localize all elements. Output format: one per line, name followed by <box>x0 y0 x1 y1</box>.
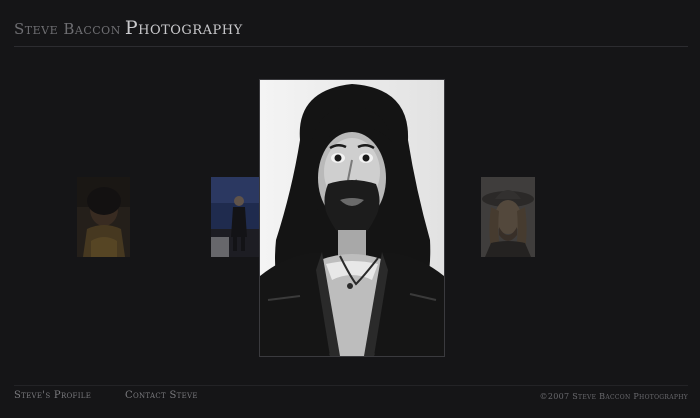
logo-brand: Photography <box>124 17 243 39</box>
portrait-thumbnail-2-icon <box>211 177 259 257</box>
featured-portrait-icon <box>260 80 444 356</box>
contact-link[interactable]: Contact Steve <box>125 390 198 401</box>
logo-name: Steve Baccon <box>14 20 121 38</box>
gallery-thumbnail-3[interactable] <box>481 177 535 257</box>
profile-link[interactable]: Steve's Profile <box>14 390 91 401</box>
gallery-thumbnail-2[interactable] <box>211 177 259 257</box>
portrait-thumbnail-1-icon <box>77 177 130 257</box>
gallery-thumbnail-1[interactable] <box>77 177 130 257</box>
featured-photo[interactable] <box>259 79 445 357</box>
site-header: Steve Baccon Photography <box>14 14 688 47</box>
site-footer: Steve's Profile Contact Steve ©2007 Stev… <box>14 385 688 406</box>
site-logo[interactable]: Steve Baccon Photography <box>14 17 243 39</box>
copyright-text: ©2007 Steve Baccon Photography <box>539 392 688 401</box>
portrait-thumbnail-3-icon <box>481 177 535 257</box>
